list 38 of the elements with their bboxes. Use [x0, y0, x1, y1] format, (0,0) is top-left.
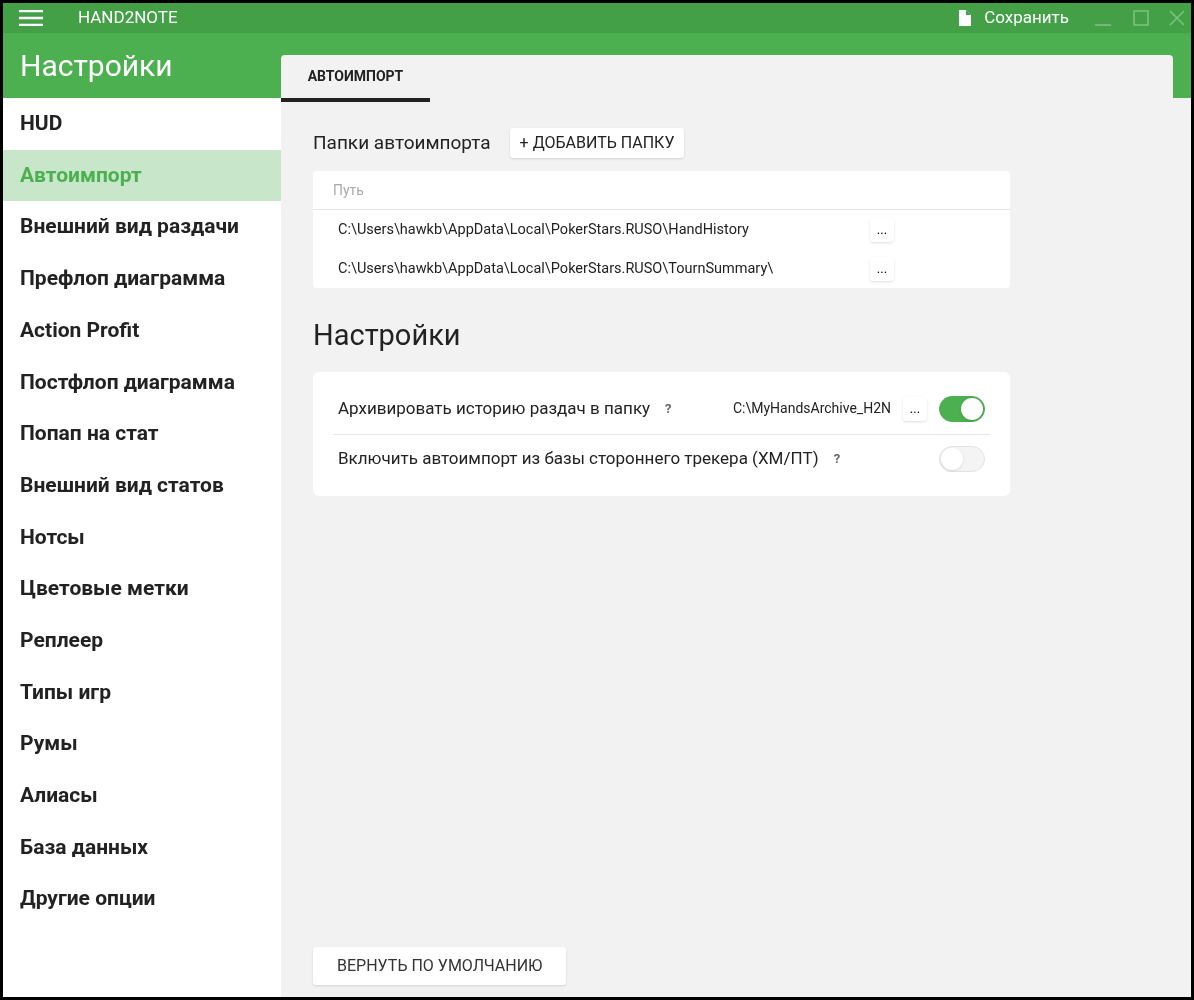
setting-label: Архивировать историю раздач в папку: [338, 396, 651, 420]
section-title: Настройки: [313, 317, 462, 354]
tab[interactable]: АВТОИМПОРТ: [281, 55, 430, 102]
sidebar-item[interactable]: Попап на стат: [3, 408, 281, 460]
section-title: Папки автоимпорта: [313, 129, 491, 156]
help-mark[interactable]: ?: [833, 449, 841, 469]
sidebar-item[interactable]: Нотсы: [3, 511, 281, 564]
setting-label: Включить автоимпорт из базы стороннего трекера (ХМ/ПТ): [338, 447, 819, 471]
reset-button[interactable]: ВЕРНУТЬ ПО УМОЛЧАНИЮ: [313, 947, 567, 985]
toggle-switch[interactable]: [939, 395, 985, 422]
add-folder-button[interactable]: + ДОБАВИТЬ ПАПКУ: [509, 128, 685, 158]
browse-button[interactable]: ...: [870, 217, 894, 242]
sidebar-item[interactable]: База данных: [3, 821, 281, 874]
sidebar-item[interactable]: Внешний вид статов: [3, 459, 281, 512]
page-title: Настройки: [20, 47, 173, 85]
archive-path: C:\MyHandsArchive_H2N: [732, 399, 891, 418]
sidebar-item[interactable]: Другие опции: [3, 873, 281, 925]
sidebar-item[interactable]: Цветовые метки: [3, 563, 281, 615]
sidebar-item[interactable]: Типы игр: [3, 666, 281, 719]
folder-path: C:\Users\hawkb\AppData\Local\PokerStars.RUSO\TournSummary\: [338, 258, 775, 279]
menu-icon[interactable]: [19, 10, 43, 26]
sidebar-item[interactable]: Постфлоп диаграмма: [3, 356, 281, 409]
sidebar-item[interactable]: Префлоп диаграмма: [3, 253, 281, 305]
document-icon: [958, 10, 972, 26]
sidebar-item[interactable]: Внешний вид раздачи: [3, 201, 281, 254]
folder-path: C:\Users\hawkb\AppData\Local\PokerStars.RUSO\HandHistory: [338, 219, 750, 240]
sidebar-item[interactable]: Алиасы: [3, 769, 281, 822]
sidebar-item[interactable]: Action Profit: [3, 304, 281, 357]
help-mark[interactable]: ?: [665, 398, 672, 419]
close-icon[interactable]: [1169, 10, 1185, 26]
browse-button[interactable]: ...: [870, 256, 894, 281]
maximize-icon[interactable]: [1133, 10, 1149, 26]
browse-button[interactable]: ...: [903, 396, 927, 421]
app-name: HAND2NOTE: [78, 6, 178, 30]
column-header: Путь: [333, 180, 364, 200]
sidebar-item[interactable]: Румы: [3, 718, 281, 770]
sidebar-item[interactable]: HUD: [3, 98, 281, 150]
sidebar-item[interactable]: Реплеер: [3, 614, 281, 667]
